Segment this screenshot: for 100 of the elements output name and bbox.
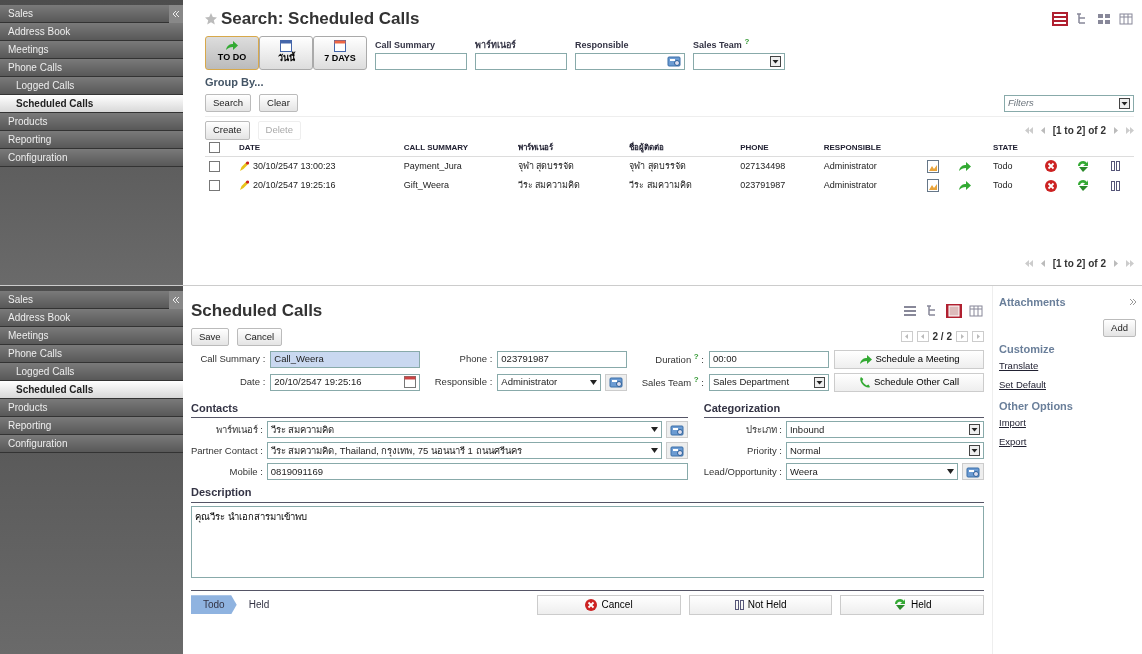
state-button[interactable]: Held xyxy=(840,594,984,615)
panel-link[interactable]: Import xyxy=(999,414,1136,433)
lookup-button[interactable] xyxy=(605,373,628,391)
input-field[interactable]: Call_Weera xyxy=(270,350,421,368)
column-header[interactable]: พาร์ทเนอร์ xyxy=(513,139,625,156)
input-field[interactable]: Normal xyxy=(785,442,984,460)
group-by-toggle[interactable]: Group By... xyxy=(205,73,1134,90)
search-field[interactable] xyxy=(375,52,467,70)
input-field[interactable]: 00:00 xyxy=(709,350,829,368)
column-header[interactable]: ชื่อผู้ติดต่อ xyxy=(625,139,737,156)
panel-link[interactable]: Translate xyxy=(999,357,1136,376)
collapse-icon[interactable] xyxy=(172,296,180,304)
filter-button[interactable]: วันนี้ xyxy=(259,35,313,70)
pause-icon[interactable] xyxy=(1111,161,1121,172)
column-header[interactable]: STATE xyxy=(988,139,1041,156)
view-mode-button[interactable] xyxy=(1052,11,1068,26)
row-checkbox[interactable] xyxy=(209,160,220,172)
sidebar-item[interactable]: Sales xyxy=(0,5,183,23)
sidebar-item[interactable]: Logged Calls xyxy=(0,363,183,381)
search-field[interactable] xyxy=(693,52,785,70)
field-label: Partner Contact : xyxy=(191,443,263,458)
search-button[interactable]: Clear xyxy=(259,94,298,113)
star-icon[interactable] xyxy=(205,12,217,25)
view-mode-button[interactable] xyxy=(902,303,918,318)
sidebar-item[interactable]: Sales xyxy=(0,291,183,309)
input-field[interactable]: Weera xyxy=(785,463,958,481)
column-header[interactable]: CALL SUMMARY xyxy=(399,139,514,156)
sidebar-item[interactable]: Meetings xyxy=(0,327,183,345)
view-mode-button[interactable] xyxy=(946,303,962,318)
state-button[interactable]: Cancel xyxy=(537,594,681,615)
select-all-checkbox[interactable] xyxy=(209,141,220,153)
add-button[interactable]: Add xyxy=(1103,318,1136,337)
lookup-button[interactable] xyxy=(665,421,688,439)
table-cell: Administrator xyxy=(823,180,877,190)
status-step[interactable]: Todo xyxy=(191,595,237,615)
sidebar-item[interactable]: Phone Calls xyxy=(0,345,183,363)
sidebar-item[interactable]: Scheduled Calls xyxy=(0,381,183,399)
column-header[interactable]: PHONE xyxy=(736,139,820,156)
input-field[interactable]: Sales Department xyxy=(709,373,829,391)
table-cell: วีระ สมความคิด xyxy=(517,180,581,190)
lookup-button[interactable] xyxy=(962,463,984,481)
filters-field[interactable]: Filters xyxy=(1004,94,1134,112)
status-step[interactable]: Held xyxy=(236,595,282,615)
document-icon[interactable] xyxy=(926,179,939,193)
input-field[interactable]: Administrator xyxy=(497,373,602,391)
check-arrow-icon[interactable] xyxy=(1076,179,1091,193)
search-field[interactable] xyxy=(475,52,567,70)
sidebar-item[interactable]: Address Book xyxy=(0,309,183,327)
filter-button[interactable]: 7 DAYS xyxy=(313,35,367,70)
forward-arrow-icon[interactable] xyxy=(958,180,973,192)
input-field[interactable]: 023791987 xyxy=(497,350,628,368)
expand-icon[interactable] xyxy=(1130,299,1136,306)
section-title: Contacts xyxy=(191,399,688,419)
sidebar-item[interactable]: Meetings xyxy=(0,41,183,59)
form-button[interactable]: Save xyxy=(191,327,229,346)
sidebar-item[interactable]: Products xyxy=(0,113,183,131)
sidebar-item[interactable]: Scheduled Calls xyxy=(0,95,183,113)
state-button[interactable]: Not Held xyxy=(688,594,833,615)
view-mode-button[interactable] xyxy=(1096,11,1112,26)
sidebar-item[interactable]: Phone Calls xyxy=(0,59,183,77)
table-cell: 30/10/2547 13:00:23 xyxy=(252,159,336,173)
document-icon[interactable] xyxy=(926,159,939,173)
row-checkbox[interactable] xyxy=(209,180,220,192)
forward-arrow-icon[interactable] xyxy=(958,160,973,172)
collapse-icon[interactable] xyxy=(172,10,180,18)
column-header[interactable]: RESPONSIBLE xyxy=(819,139,923,156)
description-field[interactable]: คุณวีระ นำเอกสารมาเข้าพบ xyxy=(191,505,984,578)
check-arrow-icon xyxy=(892,598,907,612)
cancel-icon[interactable] xyxy=(1044,179,1057,192)
search-field[interactable] xyxy=(575,52,685,70)
action-button[interactable]: Create xyxy=(205,121,250,140)
filter-button[interactable]: TO DO xyxy=(205,35,259,70)
cancel-icon[interactable] xyxy=(1044,160,1057,173)
calendar-icon[interactable] xyxy=(404,376,417,389)
column-header[interactable]: DATE xyxy=(234,139,400,156)
search-button[interactable]: Search xyxy=(205,94,252,113)
panel-link[interactable]: Export xyxy=(999,432,1136,451)
form-button[interactable]: Cancel xyxy=(236,327,283,346)
caret-icon xyxy=(650,448,658,454)
panel-link[interactable]: Set Default xyxy=(999,375,1136,394)
check-arrow-icon[interactable] xyxy=(1076,159,1091,173)
sidebar-item[interactable]: Reporting xyxy=(0,417,183,435)
sidebar-item[interactable]: Logged Calls xyxy=(0,77,183,95)
sidebar-item[interactable]: Products xyxy=(0,399,183,417)
input-field[interactable]: วีระ สมความคิด, Thailand, กรุงเทพ, 75 นอนนารี 1 ถนนศรีนคร xyxy=(266,442,662,460)
sidebar-item[interactable]: Configuration xyxy=(0,435,183,453)
input-field[interactable]: 20/10/2547 19:25:16 xyxy=(270,373,421,391)
input-field[interactable]: Inbound xyxy=(785,421,984,439)
lookup-button[interactable] xyxy=(665,442,688,460)
input-field[interactable]: วีระ สมความคิด xyxy=(266,421,662,439)
sidebar-item[interactable]: Reporting xyxy=(0,131,183,149)
action-button[interactable]: Schedule a Meeting xyxy=(834,349,984,369)
sidebar-item[interactable]: Configuration xyxy=(0,149,183,167)
input-field[interactable]: 0819091169 xyxy=(266,463,688,481)
sidebar-item[interactable]: Address Book xyxy=(0,23,183,41)
pencil-icon[interactable] xyxy=(238,180,249,192)
action-button[interactable]: Schedule Other Call xyxy=(834,372,984,392)
pencil-icon[interactable] xyxy=(238,160,249,172)
table-cell: Gift_Weera xyxy=(403,180,450,190)
pause-icon[interactable] xyxy=(1111,180,1121,191)
